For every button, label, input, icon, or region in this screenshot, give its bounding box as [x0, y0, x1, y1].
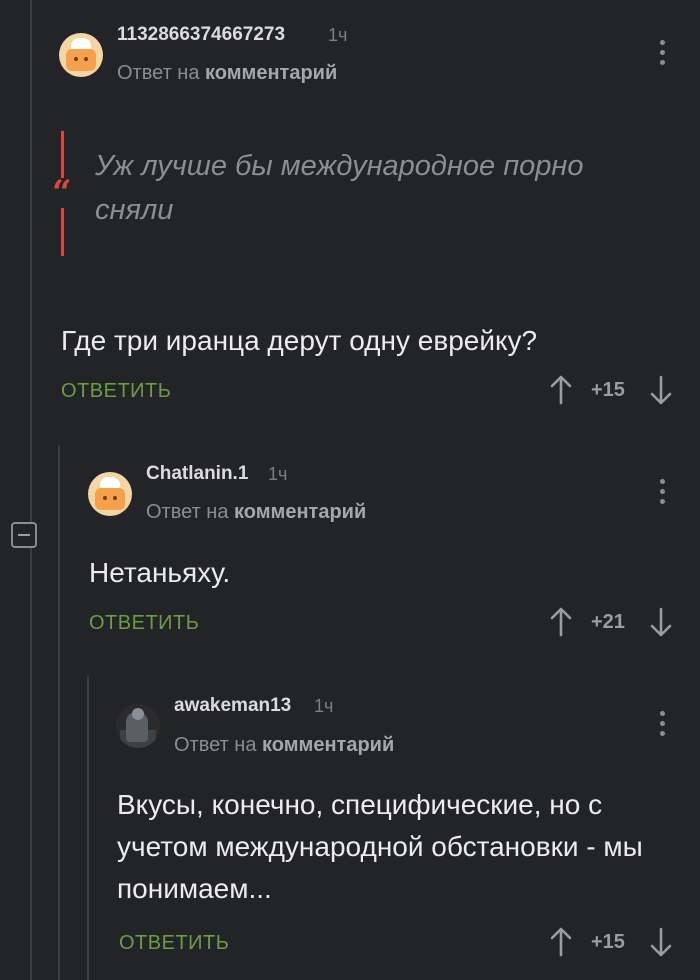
quoted-text: Уж лучше бы международное порно сняли: [95, 150, 584, 226]
timestamp: 1ч: [268, 464, 288, 484]
arrow-up-icon[interactable]: [550, 927, 572, 957]
thread-line-level-1: [58, 445, 60, 980]
reply-prefix: Ответ на: [146, 501, 229, 523]
reply-target-link[interactable]: комментарий: [205, 62, 337, 84]
comment-text: Вкусы, конечно, специфические, но с учет…: [117, 789, 643, 904]
comment-score: +15: [591, 931, 625, 953]
reply-prefix: Ответ на: [117, 62, 200, 84]
reply-button[interactable]: ОТВЕТИТЬ: [119, 932, 229, 955]
timestamp: 1ч: [328, 25, 348, 45]
thread-line-level-0: [30, 0, 32, 522]
kebab-menu-icon[interactable]: [657, 479, 667, 505]
reply-info: Ответ на комментарий: [146, 501, 366, 524]
reply-button[interactable]: ОТВЕТИТЬ: [89, 612, 199, 635]
reply-prefix: Ответ на: [174, 734, 257, 756]
reply-button[interactable]: ОТВЕТИТЬ: [61, 380, 171, 403]
collapse-thread-button[interactable]: [11, 522, 37, 548]
arrow-down-icon[interactable]: [650, 927, 672, 957]
comment-text: Где три иранца дерут одну еврейку?: [61, 325, 538, 356]
thread-line-level-0: [30, 548, 32, 980]
reply-target-link[interactable]: комментарий: [234, 501, 366, 523]
comment-score: +15: [591, 379, 625, 401]
quote-icon: “: [52, 173, 72, 213]
avatar[interactable]: [116, 704, 160, 748]
avatar[interactable]: [88, 472, 132, 516]
arrow-down-icon[interactable]: [650, 375, 672, 405]
reply-target-link[interactable]: комментарий: [262, 734, 394, 756]
username[interactable]: Chatlanin.1: [146, 463, 248, 485]
username[interactable]: 1132866374667273: [117, 24, 285, 46]
arrow-up-icon[interactable]: [550, 375, 572, 405]
arrow-up-icon[interactable]: [550, 607, 572, 637]
quote-bar: [61, 208, 64, 256]
arrow-down-icon[interactable]: [650, 607, 672, 637]
username[interactable]: awakeman13: [174, 695, 291, 717]
kebab-menu-icon[interactable]: [657, 711, 667, 737]
comment-text: Нетаньяху.: [89, 557, 231, 588]
timestamp: 1ч: [314, 696, 334, 716]
thread-line-level-2: [87, 676, 89, 980]
reply-info: Ответ на комментарий: [117, 62, 337, 85]
comment-score: +21: [591, 611, 625, 633]
reply-info: Ответ на комментарий: [174, 734, 394, 757]
avatar[interactable]: [59, 33, 103, 77]
quote-bar: [61, 131, 64, 178]
kebab-menu-icon[interactable]: [657, 40, 667, 66]
